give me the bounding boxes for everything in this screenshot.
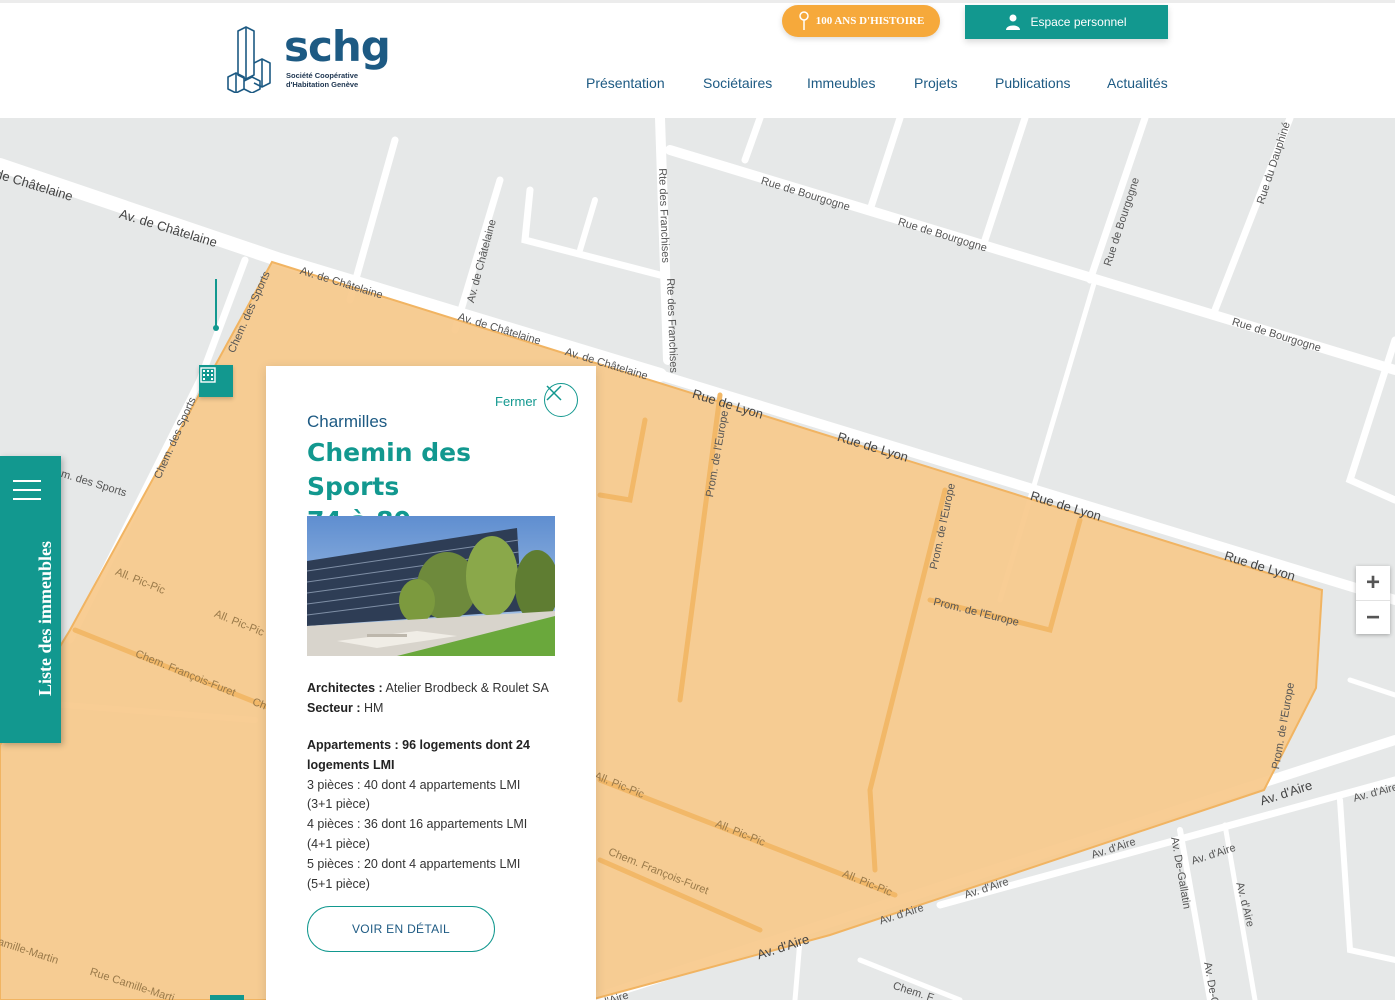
espace-personnel-button[interactable]: Espace personnel — [965, 5, 1168, 39]
popup-title-line1: Chemin des Sports — [307, 438, 471, 501]
sector-row: Secteur : HM — [307, 698, 567, 718]
building-icon — [200, 367, 216, 383]
second-marker-edge[interactable] — [210, 995, 244, 1000]
architects-row: Architectes : Atelier Brodbeck & Roulet … — [307, 678, 567, 698]
close-label[interactable]: Fermer — [495, 394, 537, 409]
popup-info: Architectes : Atelier Brodbeck & Roulet … — [307, 678, 567, 718]
close-icon — [546, 385, 562, 401]
sector-label: Secteur : — [307, 701, 361, 715]
zoom-out-button[interactable]: − — [1356, 600, 1390, 634]
nav-presentation[interactable]: Présentation — [586, 75, 665, 91]
apartment-line: (5+1 pièce) — [307, 876, 370, 891]
logo-wordmark: schg — [284, 22, 391, 71]
building-list-label: Liste des immeubles — [35, 541, 55, 696]
apartments-heading: Appartements : 96 logements dont 24 loge… — [307, 738, 530, 772]
pin-icon — [798, 11, 809, 30]
nav-projets[interactable]: Projets — [914, 75, 958, 91]
sector-value: HM — [363, 701, 384, 715]
menu-icon — [13, 480, 41, 507]
apartment-line: (3+1 pièce) — [307, 797, 370, 812]
history-button-label: 100 ANS D'HISTOIRE — [815, 15, 925, 27]
apartment-line: 5 pièces : 20 dont 4 appartements LMI — [307, 856, 521, 871]
zoom-in-button[interactable]: + — [1356, 566, 1390, 600]
building-photo — [307, 516, 555, 656]
main-nav: Présentation Sociétaires Immeubles Proje… — [0, 75, 1395, 95]
close-button[interactable] — [544, 383, 578, 417]
view-detail-button[interactable]: VOIR EN DÉTAIL — [307, 906, 495, 952]
architects-label: Architectes : — [307, 681, 383, 695]
site-header: schg Société Coopérative d'Habitation Ge… — [0, 0, 1395, 118]
building-marker[interactable] — [199, 365, 233, 397]
nav-actualites[interactable]: Actualités — [1107, 75, 1168, 91]
popup-quarter: Charmilles — [307, 412, 388, 431]
nav-societaires[interactable]: Sociétaires — [703, 75, 772, 91]
apartment-line: 4 pièces : 36 dont 16 appartements LMI — [307, 817, 528, 832]
building-list-tab[interactable]: Liste des immeubles — [0, 456, 61, 743]
zoom-controls: + − — [1356, 566, 1390, 634]
apartments-info: Appartements : 96 logements dont 24 loge… — [307, 736, 552, 894]
apartment-line: 3 pièces : 40 dont 4 appartements LMI — [307, 777, 521, 792]
user-icon — [1006, 14, 1021, 30]
building-photo-image — [307, 516, 555, 656]
espace-personnel-label: Espace personnel — [1030, 15, 1127, 29]
architects-value: Atelier Brodbeck & Roulet SA — [385, 681, 549, 695]
marker-stem — [215, 279, 217, 327]
nav-publications[interactable]: Publications — [995, 75, 1071, 91]
nav-immeubles[interactable]: Immeubles — [807, 75, 875, 91]
apartment-line: (4+1 pièce) — [307, 836, 370, 851]
map-canvas[interactable]: de Châtelaine Av. de Châtelaine Av. de C… — [0, 118, 1395, 1000]
marker-dot — [213, 325, 219, 331]
building-popup: Fermer Charmilles Chemin des Sports 74 à… — [266, 366, 596, 1000]
history-button[interactable]: 100 ANS D'HISTOIRE — [782, 5, 940, 37]
